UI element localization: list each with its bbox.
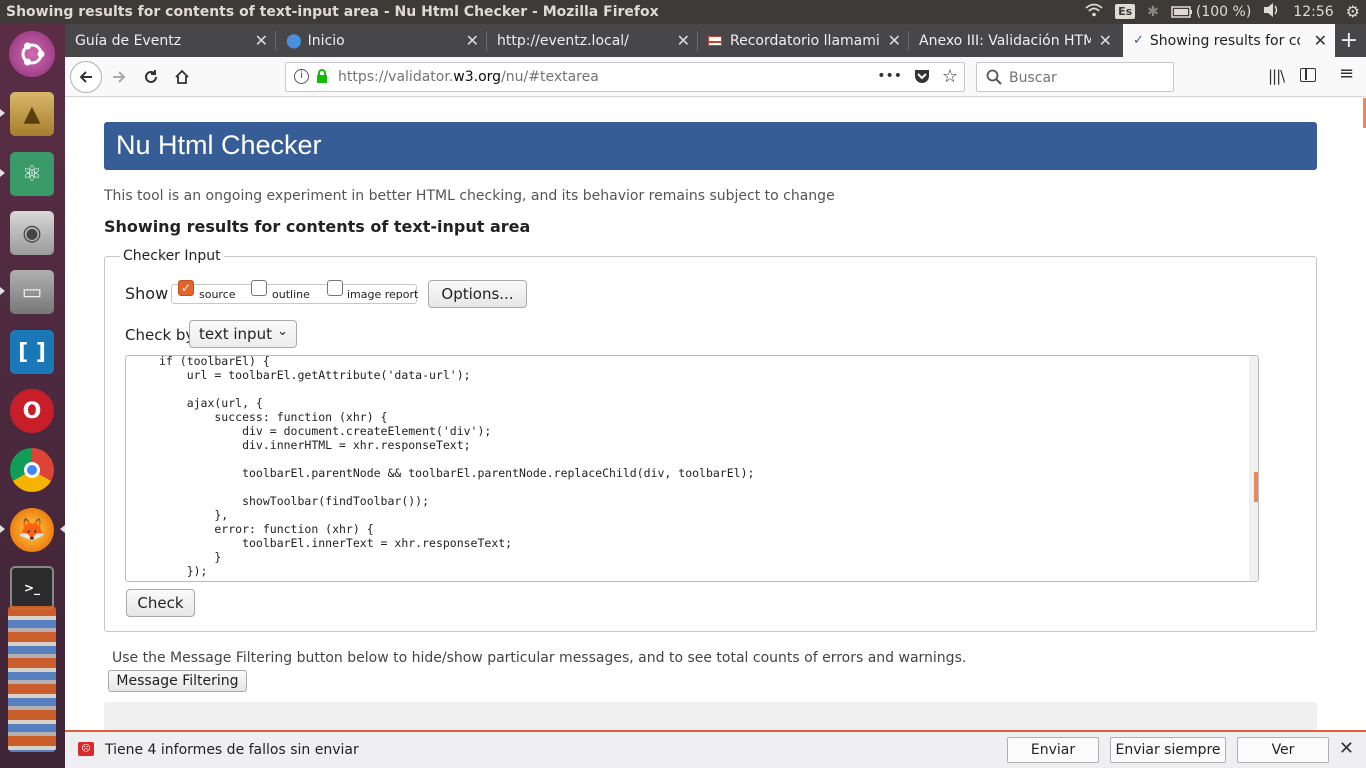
close-tab-icon[interactable]: ✕	[888, 31, 901, 50]
brackets-launcher-icon[interactable]: [ ]	[6, 326, 58, 378]
navigation-toolbar: i https://validator.w3.org/nu/#textarea …	[65, 57, 1366, 97]
always-send-button[interactable]: Enviar siempre	[1110, 737, 1226, 763]
show-label: Show	[125, 284, 169, 303]
forward-button[interactable]	[105, 63, 133, 91]
image-report-label[interactable]: image report	[347, 288, 418, 301]
launcher: ▲ ⚛ ◉ ▭ [ ] O 🦊 >_	[0, 24, 65, 768]
crash-report-notification-bar: ☹ Tiene 4 informes de fallos sin enviar …	[65, 730, 1366, 768]
wifi-icon[interactable]	[1085, 3, 1103, 21]
bookmark-star-icon[interactable]: ☆	[942, 66, 958, 87]
ubuntu-dash-button[interactable]	[6, 28, 58, 80]
results-heading: Showing results for contents of text-inp…	[104, 217, 531, 236]
chrome-launcher-icon[interactable]	[6, 444, 58, 496]
tab-label: Inicio	[307, 32, 345, 49]
close-tab-icon[interactable]: ✕	[1314, 31, 1327, 50]
source-label[interactable]: source	[199, 288, 236, 301]
tab-bar: Guía de Eventz ✕ ⬤ Inicio ✕ http://event…	[65, 24, 1366, 57]
options-button[interactable]: Options...	[428, 280, 527, 308]
library-icon[interactable]: |||\	[1268, 67, 1285, 85]
source-code-text: if (toolbarEl) { url = toolbarEl.getAttr…	[159, 355, 755, 578]
page-header: Nu Html Checker	[104, 122, 1317, 170]
firefox-window: Guía de Eventz ✕ ⬤ Inicio ✕ http://event…	[65, 24, 1366, 768]
tab-recordatorio[interactable]: Recordatorio llamami ✕	[698, 24, 909, 57]
message-filtering-button[interactable]: Message Filtering	[108, 670, 247, 692]
view-reports-button[interactable]: Ver	[1237, 737, 1329, 763]
outline-label[interactable]: outline	[272, 288, 310, 301]
tab-eventz-local[interactable]: http://eventz.local/ ✕	[487, 24, 698, 57]
settings-gear-icon[interactable]: ⚙	[1346, 2, 1360, 21]
search-placeholder: Buscar	[1009, 70, 1057, 86]
tab-label: Recordatorio llamami	[730, 32, 880, 49]
textarea-scrollbar[interactable]	[1249, 356, 1258, 581]
source-checkbox[interactable]: ✓	[178, 280, 194, 296]
outline-checkbox[interactable]	[251, 280, 267, 296]
battery-percent: (100 %)	[1195, 3, 1252, 20]
secure-lock-icon[interactable]	[316, 69, 328, 88]
close-notification-icon[interactable]: ✕	[1339, 738, 1354, 759]
check-by-label: Check by	[125, 326, 195, 344]
page-title: Nu Html Checker	[116, 130, 322, 160]
top-panel: Showing results for contents of text-inp…	[0, 0, 1366, 24]
tab-guia-eventz[interactable]: Guía de Eventz ✕	[65, 24, 276, 57]
results-area	[104, 702, 1317, 730]
check-button[interactable]: Check	[126, 589, 195, 617]
address-bar[interactable]: i https://validator.w3.org/nu/#textarea …	[285, 62, 965, 92]
opera-launcher-icon[interactable]: O	[6, 385, 58, 437]
checker-input-legend: Checker Input	[120, 248, 224, 264]
info-icon[interactable]: i	[294, 69, 309, 84]
window-title: Showing results for contents of text-inp…	[6, 4, 659, 20]
back-button[interactable]	[70, 61, 102, 93]
send-report-button[interactable]: Enviar	[1007, 737, 1099, 763]
sidebar-toggle-icon[interactable]	[1300, 68, 1316, 82]
hamburger-menu-icon[interactable]: ≡	[1339, 63, 1354, 84]
close-tab-icon[interactable]: ✕	[1099, 31, 1112, 50]
page-actions-menu-icon[interactable]: •••	[877, 68, 902, 84]
tab-label: Guía de Eventz	[75, 32, 182, 49]
battery-indicator[interactable]: (100 %)	[1171, 4, 1251, 20]
tab-showing-results[interactable]: ✓ Showing results for co ✕	[1123, 24, 1335, 57]
tab-label: http://eventz.local/	[497, 32, 629, 49]
tab-label: Showing results for co	[1149, 32, 1300, 49]
battery-icon	[1171, 5, 1192, 18]
close-tab-icon[interactable]: ✕	[255, 31, 268, 50]
check-by-select[interactable]: text input ⌄	[189, 320, 297, 348]
tagline: This tool is an ongoing experiment in be…	[104, 188, 835, 204]
new-tab-icon[interactable]: +	[1340, 28, 1358, 53]
firefox-launcher-icon[interactable]: 🦊	[6, 504, 58, 556]
clock[interactable]: 12:56	[1293, 4, 1333, 20]
w3c-validator-icon: ✓	[1133, 33, 1144, 48]
chevron-down-icon: ⌄	[277, 324, 288, 339]
keyboard-layout-indicator[interactable]: Es	[1115, 4, 1136, 19]
home-button[interactable]	[168, 63, 196, 91]
netbeans-launcher-icon[interactable]: ▲	[6, 88, 58, 140]
check-by-value: text input	[199, 325, 272, 343]
stacked-apps-launcher-icons[interactable]	[6, 606, 58, 756]
files-launcher-icon[interactable]: ▭	[6, 266, 58, 318]
search-icon	[986, 69, 1002, 89]
pocket-icon[interactable]	[914, 68, 930, 88]
tab-label: Anexo III: Validación HTM	[919, 32, 1091, 49]
notification-message: Tiene 4 informes de fallos sin enviar	[105, 742, 359, 758]
search-box[interactable]: Buscar	[976, 62, 1174, 92]
close-tab-icon[interactable]: ✕	[466, 31, 479, 50]
image-report-checkbox[interactable]	[327, 280, 343, 296]
filter-note: Use the Message Filtering button below t…	[112, 650, 967, 666]
url-text[interactable]: https://validator.w3.org/nu/#textarea	[338, 69, 599, 85]
tab-anexo-iii[interactable]: Anexo III: Validación HTM ✕	[909, 24, 1120, 57]
text-input-area[interactable]: if (toolbarEl) { url = toolbarEl.getAttr…	[125, 355, 1259, 582]
tab-inicio[interactable]: ⬤ Inicio ✕	[276, 24, 487, 57]
page-content: Nu Html Checker This tool is an ongoing …	[65, 98, 1366, 730]
screenshot-launcher-icon[interactable]: ◉	[6, 207, 58, 259]
atom-launcher-icon[interactable]: ⚛	[6, 148, 58, 200]
gmail-icon	[708, 35, 722, 46]
system-tray: Es ✱ (100 %) 12:56 ⚙	[1085, 2, 1360, 21]
location-pin-icon: ⬤	[286, 32, 302, 49]
close-tab-icon[interactable]: ✕	[677, 31, 690, 50]
bluetooth-icon[interactable]: ✱	[1147, 4, 1159, 20]
crash-report-icon: ☹	[78, 742, 94, 756]
reload-button[interactable]	[137, 63, 165, 91]
volume-icon[interactable]	[1263, 2, 1281, 21]
